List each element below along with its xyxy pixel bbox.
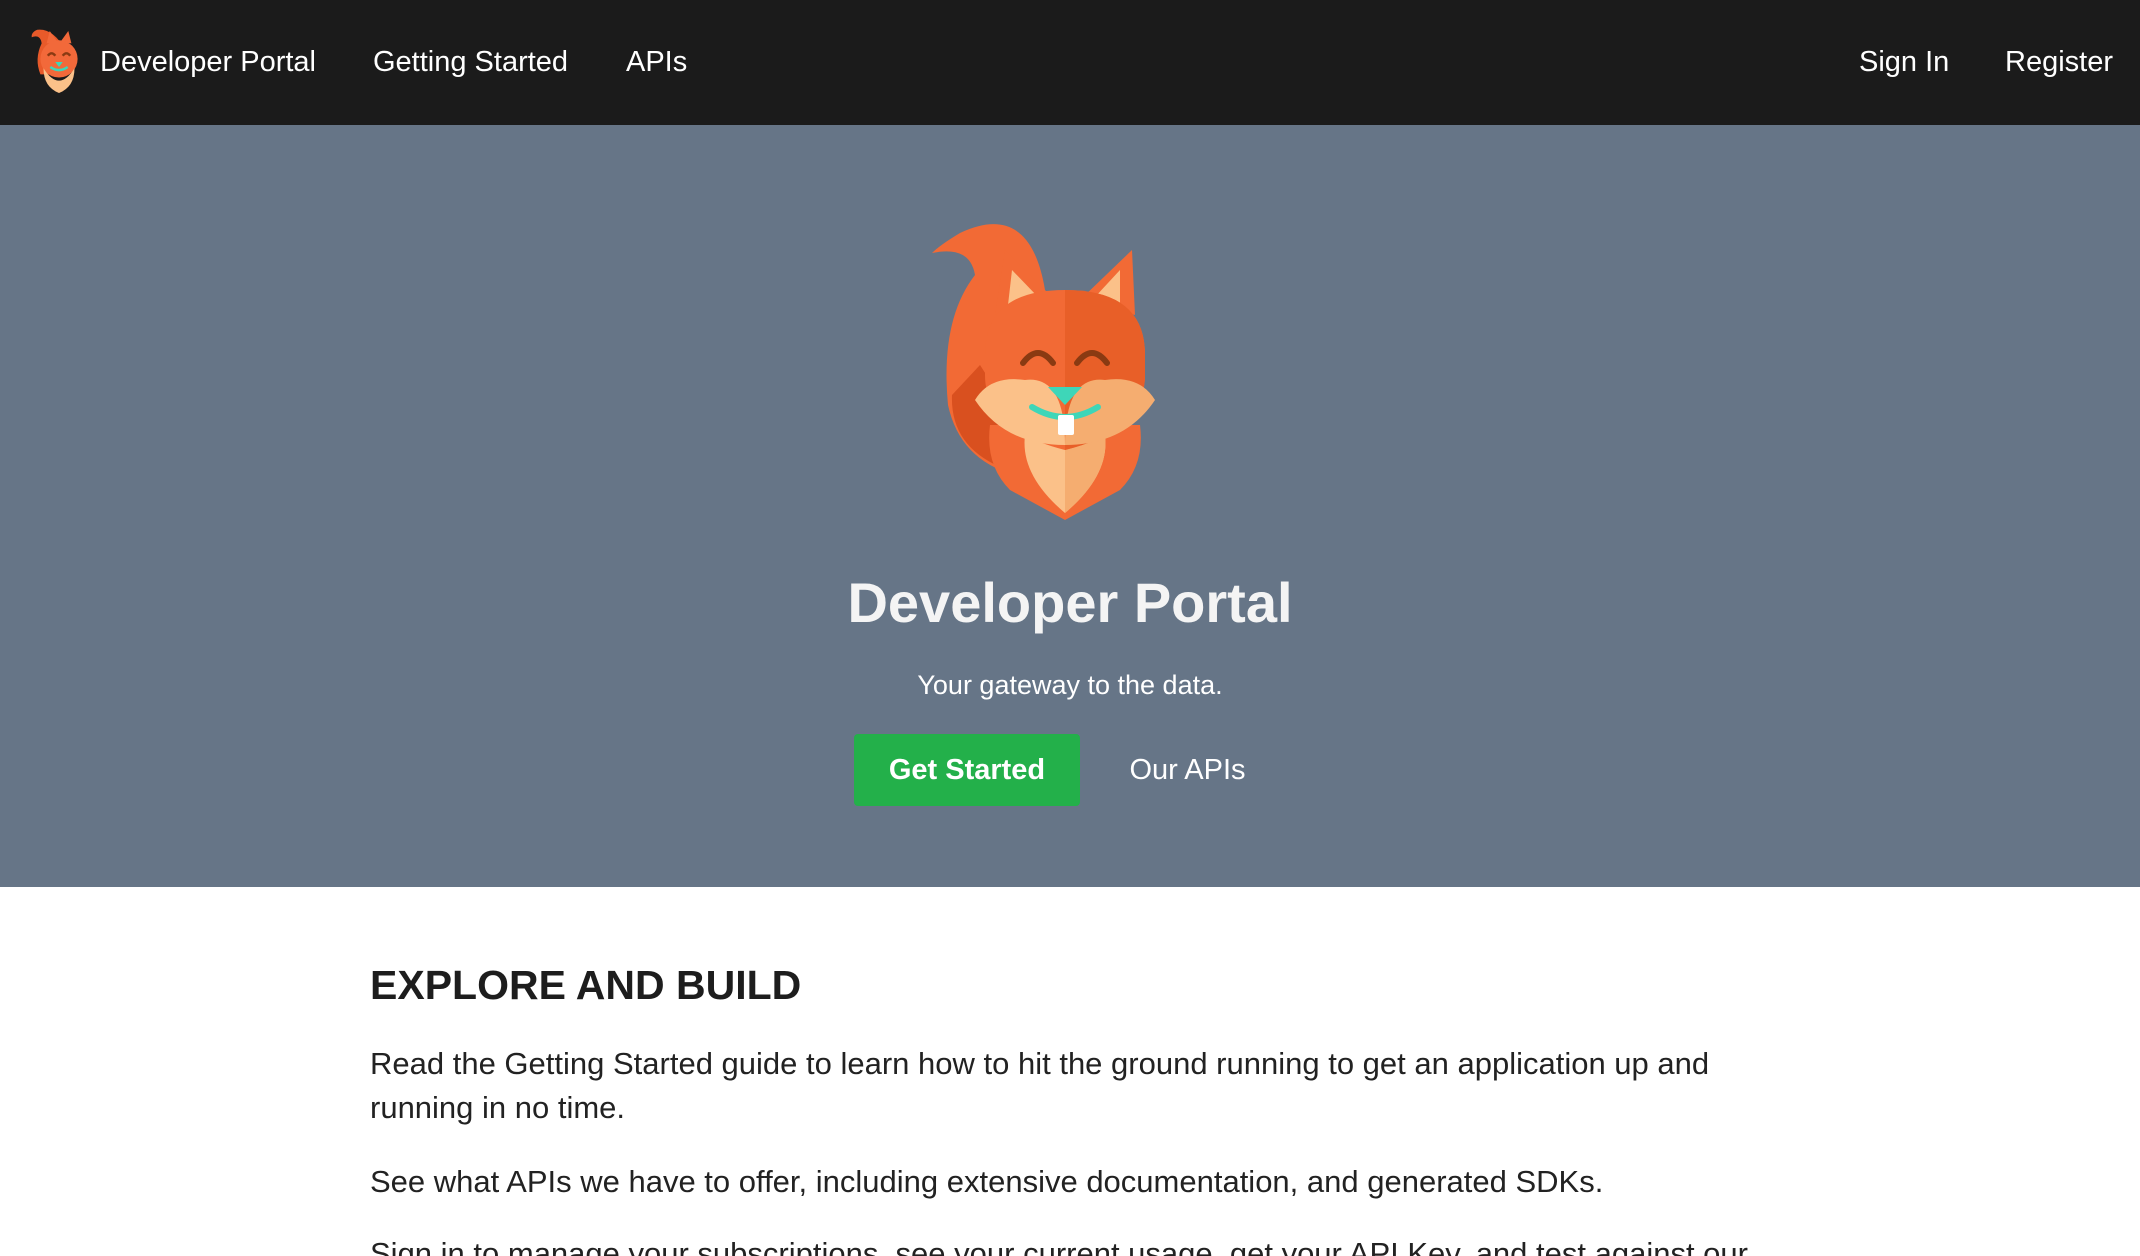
apis-paragraph: See what APIs we have to offer, includin… [370, 1164, 1604, 1199]
nav-brand-link[interactable]: Developer Portal [100, 0, 316, 125]
intro-paragraph: Read the Getting Started guide to learn … [370, 1046, 1710, 1125]
hero-title: Developer Portal [847, 571, 1293, 634]
nav-sign-in-link[interactable]: Sign In [1859, 0, 1949, 125]
section-heading: EXPLORE AND BUILD [370, 962, 802, 1008]
page: Developer Portal Getting Started APIs Si… [0, 0, 2140, 1256]
squirrel-logo-icon[interactable] [28, 23, 90, 101]
sign-in-paragraph: Sign in to manage your subscriptions, se… [370, 1236, 1748, 1256]
nav-link-apis[interactable]: APIs [626, 0, 687, 125]
content-area: Developer Portal Getting Started APIs Si… [0, 0, 2140, 1256]
navbar: Developer Portal Getting Started APIs Si… [0, 0, 2140, 125]
hero-section: Developer Portal Your gateway to the dat… [0, 125, 2140, 887]
nav-register-link[interactable]: Register [2005, 0, 2113, 125]
main-content: EXPLORE AND BUILD Read the Getting Start… [0, 887, 2140, 1256]
hero-tagline: Your gateway to the data. [917, 670, 1223, 700]
our-apis-link[interactable]: Our APIs [1110, 734, 1265, 806]
squirrel-mascot-icon [932, 224, 1155, 520]
get-started-button[interactable]: Get Started [854, 734, 1080, 806]
nav-link-getting-started[interactable]: Getting Started [373, 0, 568, 125]
